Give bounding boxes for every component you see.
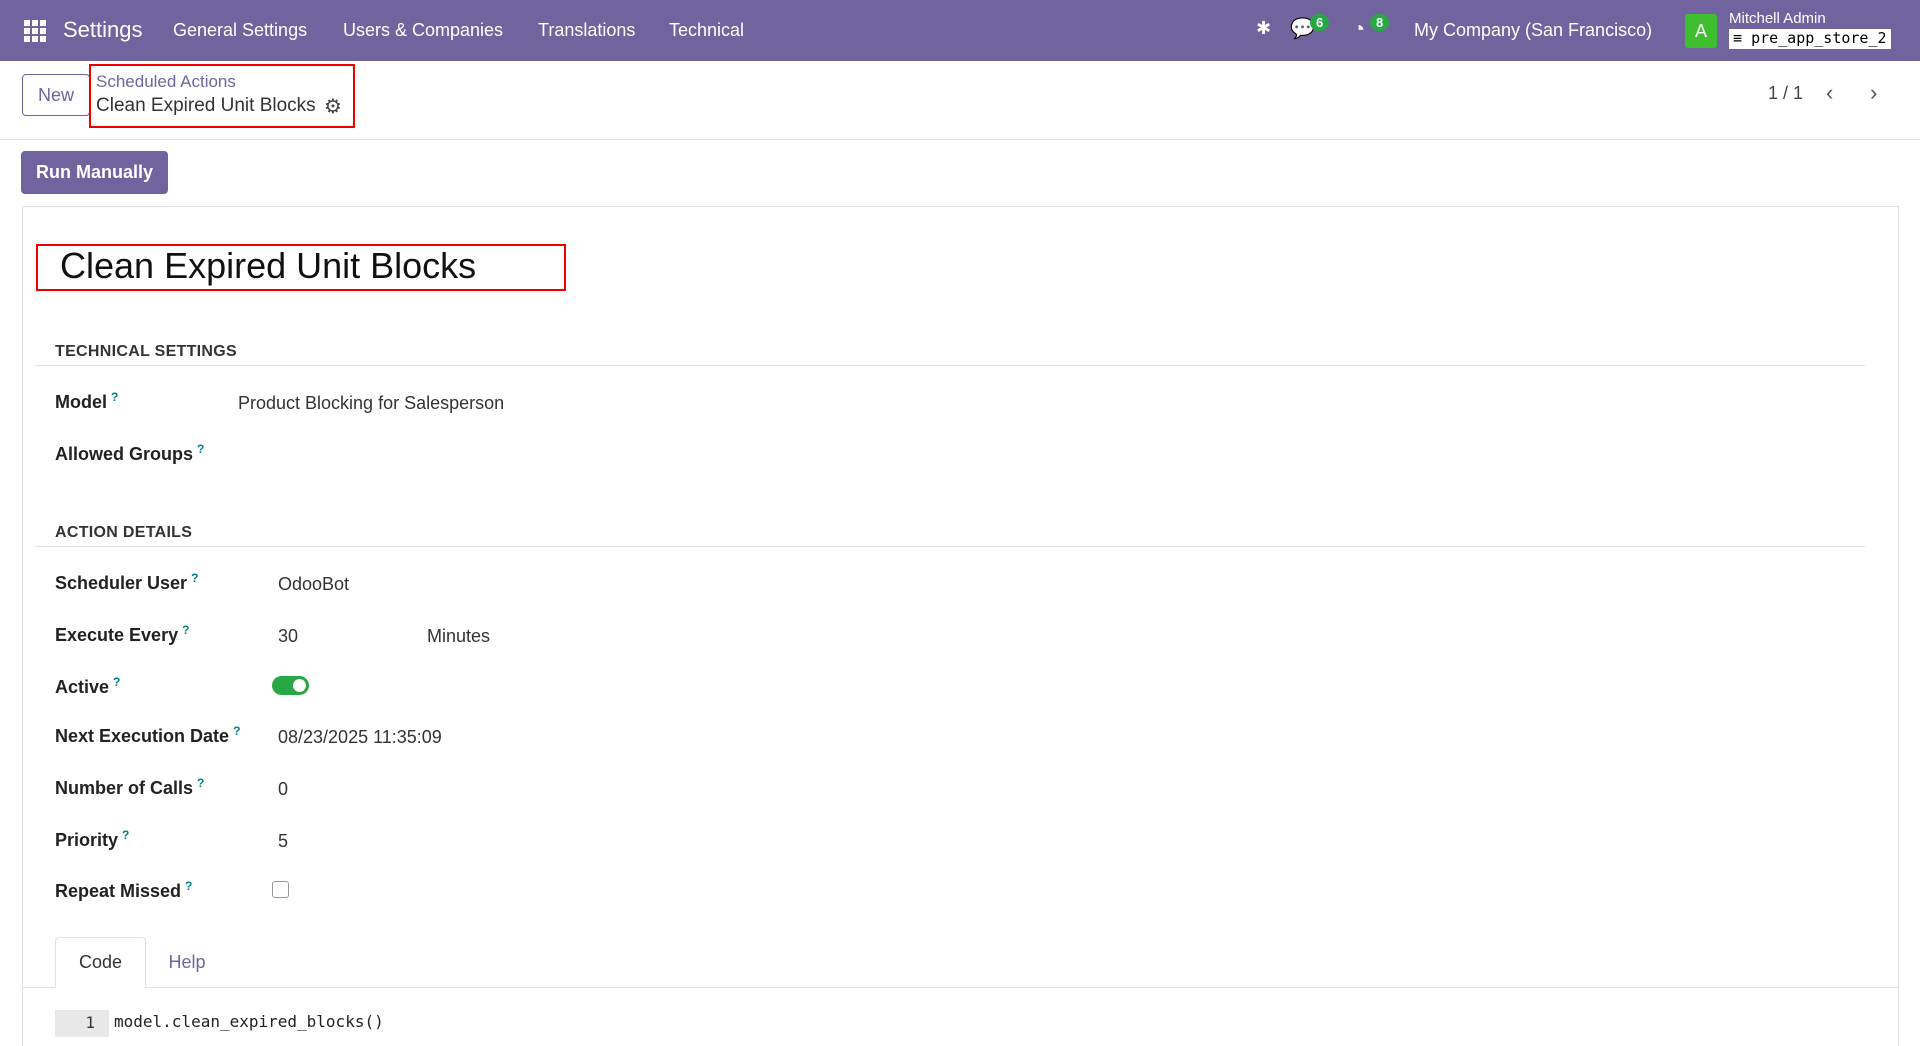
- help-tooltip-icon[interactable]: ?: [191, 571, 198, 585]
- repeat-missed-checkbox[interactable]: [272, 881, 289, 898]
- help-tooltip-icon[interactable]: ?: [111, 390, 118, 404]
- help-tooltip-icon[interactable]: ?: [182, 623, 189, 637]
- section-action-details: ACTION DETAILS: [55, 524, 193, 541]
- help-tooltip-icon[interactable]: ?: [113, 675, 120, 689]
- menu-translations[interactable]: Translations: [538, 20, 635, 41]
- company-switcher[interactable]: My Company (San Francisco): [1414, 20, 1652, 41]
- scheduler-user-label-text: Scheduler User: [55, 573, 188, 593]
- breadcrumb-current: Clean Expired Unit Blocks: [96, 95, 316, 116]
- run-manually-button[interactable]: Run Manually: [21, 151, 168, 194]
- help-tooltip-icon[interactable]: ?: [233, 724, 240, 738]
- help-tooltip-icon[interactable]: ?: [197, 776, 204, 790]
- gear-icon[interactable]: ⚙: [324, 94, 342, 119]
- help-tooltip-icon[interactable]: ?: [185, 879, 192, 893]
- menu-general-settings[interactable]: General Settings: [173, 20, 307, 41]
- next-execution-field[interactable]: 08/23/2025 11:35:09: [278, 727, 442, 748]
- interval-number-field[interactable]: 30: [278, 626, 298, 647]
- number-of-calls-field[interactable]: 0: [278, 779, 288, 800]
- divider: [35, 546, 1865, 547]
- menu-technical[interactable]: Technical: [669, 20, 744, 41]
- activities-badge: 8: [1370, 14, 1390, 31]
- activities-clock-icon[interactable]: ◔: [1352, 16, 1365, 77]
- priority-field[interactable]: 5: [278, 831, 288, 852]
- priority-label-text: Priority: [55, 830, 119, 850]
- help-tooltip-icon[interactable]: ?: [122, 828, 129, 842]
- code-line-number: 1: [55, 1010, 109, 1037]
- divider: [35, 365, 1865, 366]
- active-toggle[interactable]: [272, 676, 309, 695]
- priority-label: Priority?: [55, 828, 129, 851]
- allowed-groups-label-text: Allowed Groups: [55, 444, 194, 464]
- database-name: ≡ pre_app_store_2: [1729, 29, 1891, 49]
- next-execution-label: Next Execution Date?: [55, 724, 240, 747]
- menu-users-companies[interactable]: Users & Companies: [343, 20, 503, 41]
- user-name[interactable]: Mitchell Admin: [1729, 10, 1826, 27]
- top-navbar: Settings General Settings Users & Compan…: [0, 0, 1920, 61]
- breadcrumb-parent[interactable]: Scheduled Actions: [96, 72, 236, 92]
- tab-help[interactable]: Help: [166, 937, 208, 988]
- number-of-calls-label-text: Number of Calls: [55, 778, 194, 798]
- form-sheet: [22, 206, 1899, 1046]
- record-title[interactable]: Clean Expired Unit Blocks: [60, 245, 476, 287]
- interval-unit-field[interactable]: Minutes: [427, 626, 490, 647]
- new-button[interactable]: New: [22, 74, 90, 116]
- scheduler-user-label: Scheduler User?: [55, 571, 198, 594]
- help-tooltip-icon[interactable]: ?: [197, 442, 204, 456]
- messages-badge: 6: [1310, 14, 1330, 31]
- previous-record-icon[interactable]: ‹: [1826, 80, 1833, 106]
- avatar[interactable]: A: [1685, 14, 1717, 48]
- section-technical-settings: TECHNICAL SETTINGS: [55, 343, 238, 360]
- repeat-missed-label: Repeat Missed?: [55, 879, 192, 902]
- execute-every-label-text: Execute Every: [55, 625, 179, 645]
- repeat-missed-label-text: Repeat Missed: [55, 881, 182, 901]
- app-name[interactable]: Settings: [63, 17, 143, 43]
- model-label-text: Model: [55, 392, 107, 412]
- model-field[interactable]: Product Blocking for Salesperson: [238, 393, 504, 414]
- tabs-divider: [22, 987, 1899, 988]
- next-record-icon[interactable]: ›: [1870, 80, 1877, 106]
- allowed-groups-label: Allowed Groups?: [55, 442, 204, 465]
- number-of-calls-label: Number of Calls?: [55, 776, 204, 799]
- debug-bug-icon[interactable]: ✱: [1256, 18, 1271, 79]
- active-label: Active?: [55, 675, 120, 698]
- divider: [0, 139, 1920, 140]
- tab-code[interactable]: Code: [55, 937, 146, 988]
- scheduler-user-field[interactable]: OdooBot: [278, 574, 349, 595]
- pager-value[interactable]: 1 / 1: [1768, 83, 1803, 104]
- code-editor[interactable]: model.clean_expired_blocks(): [114, 1012, 384, 1031]
- active-label-text: Active: [55, 677, 110, 697]
- apps-menu-icon[interactable]: [24, 20, 46, 42]
- next-execution-label-text: Next Execution Date: [55, 726, 230, 746]
- database-label: pre_app_store_2: [1751, 29, 1887, 47]
- execute-every-label: Execute Every?: [55, 623, 189, 646]
- model-label: Model?: [55, 390, 118, 413]
